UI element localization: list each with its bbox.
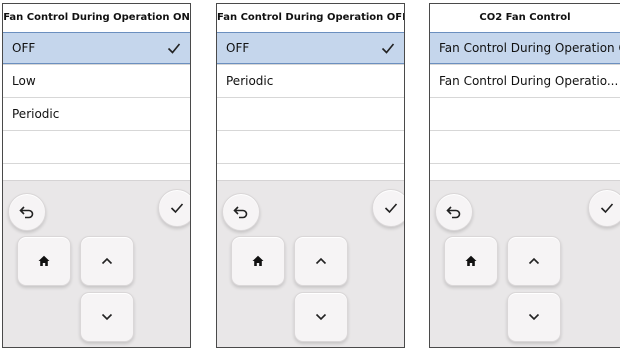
option-empty: [430, 130, 620, 163]
checkmark-icon: [167, 43, 181, 54]
confirm-button[interactable]: [158, 189, 190, 227]
home-icon: [252, 255, 264, 266]
option-periodic[interactable]: Periodic: [217, 64, 404, 97]
checkmark-icon: [381, 43, 395, 54]
navigation-pad: [217, 180, 404, 347]
option-label: Low: [12, 74, 36, 88]
option-empty: [217, 130, 404, 163]
back-arrow-icon: [19, 206, 34, 219]
option-label: Fan Control During Operatio...: [439, 74, 619, 88]
chevron-up-icon: [315, 257, 327, 265]
navigation-pad: [430, 180, 620, 347]
home-button[interactable]: [17, 236, 71, 286]
option-fan-control-on[interactable]: Fan Control During Operation ON: [430, 32, 620, 64]
option-off[interactable]: OFF: [217, 32, 404, 64]
option-off[interactable]: OFF: [3, 32, 190, 64]
option-low[interactable]: Low: [3, 64, 190, 97]
confirm-button[interactable]: [588, 189, 620, 227]
back-button[interactable]: [435, 193, 473, 231]
chevron-down-icon: [101, 313, 113, 321]
down-button[interactable]: [80, 292, 134, 342]
options-list: OFF Periodic: [217, 32, 404, 196]
chevron-up-icon: [101, 257, 113, 265]
chevron-down-icon: [528, 313, 540, 321]
option-empty: [217, 97, 404, 130]
chevron-up-icon: [528, 257, 540, 265]
option-label: Periodic: [226, 74, 274, 88]
options-list: Fan Control During Operation ON Fan Cont…: [430, 32, 620, 196]
panel-title: Fan Control During Operation OFF: [217, 4, 404, 32]
option-fan-control-off[interactable]: Fan Control During Operatio...: [430, 64, 620, 97]
back-arrow-icon: [446, 206, 461, 219]
back-button[interactable]: [8, 193, 46, 231]
up-button[interactable]: [507, 236, 561, 286]
option-periodic[interactable]: Periodic: [3, 97, 190, 130]
checkmark-icon: [384, 203, 398, 214]
option-empty: [430, 97, 620, 130]
settings-panel-co2-fan-control: CO2 Fan Control Fan Control During Opera…: [429, 3, 620, 348]
checkmark-icon: [170, 203, 184, 214]
panel-title: CO2 Fan Control: [430, 4, 620, 32]
up-button[interactable]: [80, 236, 134, 286]
option-label: Fan Control During Operation ON: [439, 41, 620, 55]
navigation-pad: [3, 180, 190, 347]
panel-title: Fan Control During Operation ON: [3, 4, 190, 32]
home-button[interactable]: [231, 236, 285, 286]
back-arrow-icon: [233, 206, 248, 219]
confirm-button[interactable]: [372, 189, 404, 227]
home-icon: [38, 255, 50, 266]
settings-panel-fan-control-on: Fan Control During Operation ON OFF Low …: [2, 3, 191, 348]
chevron-down-icon: [315, 313, 327, 321]
checkmark-icon: [600, 203, 614, 214]
option-label: OFF: [226, 41, 250, 55]
home-icon: [465, 255, 477, 266]
option-label: Periodic: [12, 107, 60, 121]
down-button[interactable]: [507, 292, 561, 342]
down-button[interactable]: [294, 292, 348, 342]
option-empty: [3, 130, 190, 163]
up-button[interactable]: [294, 236, 348, 286]
home-button[interactable]: [444, 236, 498, 286]
back-button[interactable]: [222, 193, 260, 231]
option-label: OFF: [12, 41, 36, 55]
options-list: OFF Low Periodic: [3, 32, 190, 196]
settings-panel-fan-control-off: Fan Control During Operation OFF OFF Per…: [216, 3, 405, 348]
